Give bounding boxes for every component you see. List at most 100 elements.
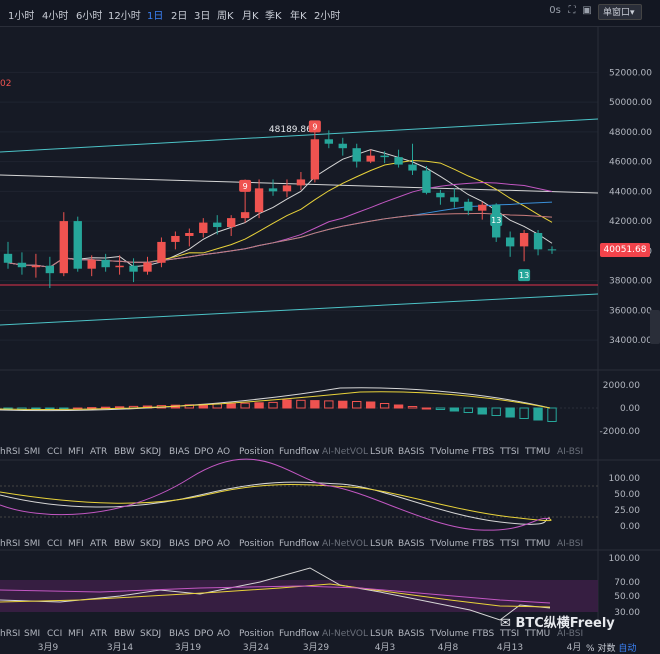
indicator-tab-position[interactable]: Position <box>239 629 274 639</box>
indicator-tab-basis[interactable]: BASIS <box>398 447 424 457</box>
indicator-tab-ttmu[interactable]: TTMU <box>525 539 550 549</box>
indicator-tab-atr[interactable]: ATR <box>90 447 107 457</box>
indicator-tab-skdj[interactable]: SKDJ <box>140 447 161 457</box>
chart-canvas[interactable]: 52000.00 50000.00 48000.00 46000.00 44000.00… <box>0 26 660 652</box>
macd-dif-line <box>0 387 551 412</box>
indicator-tab-atr[interactable]: ATR <box>90 629 107 639</box>
candle-body <box>478 204 487 211</box>
candle-body <box>157 241 166 263</box>
macd-bar <box>491 407 501 416</box>
indicator-tab-mfi[interactable]: MFI <box>68 539 84 549</box>
indicator-tab-skdj[interactable]: SKDJ <box>140 629 161 639</box>
kdj-k-line <box>0 481 551 525</box>
indicator-tab-ai-bsi[interactable]: AI-BSI <box>557 539 583 549</box>
indicator-tab-hrsi[interactable]: hRSI <box>0 629 20 639</box>
kdj-j-line <box>0 458 551 531</box>
kdj-tick: 50.00 <box>614 490 640 500</box>
indicator-tab-tvolume[interactable]: TVolume <box>430 447 469 457</box>
indicator-tab-bias[interactable]: BIAS <box>169 447 190 457</box>
indicator-tab-bias[interactable]: BIAS <box>169 539 190 549</box>
indicator-tab-ftbs[interactable]: FTBS <box>472 539 494 549</box>
macd-bar <box>533 407 543 421</box>
scale-log[interactable]: 对数 <box>597 644 615 654</box>
td-count-label: 9 <box>243 182 248 191</box>
indicator-tab-tvolume[interactable]: TVolume <box>430 629 469 639</box>
indicator-tab-skdj[interactable]: SKDJ <box>140 539 161 549</box>
indicator-tab-dpo[interactable]: DPO <box>194 539 213 549</box>
timeframe-2[interactable]: 6小时 <box>76 7 102 22</box>
timeframe-3[interactable]: 12小时 <box>108 7 141 22</box>
indicator-tab-dpo[interactable]: DPO <box>194 447 213 457</box>
timeframe-11[interactable]: 2小时 <box>314 7 340 22</box>
candle-body <box>3 253 13 263</box>
indicator-tab-ftbs[interactable]: FTBS <box>472 629 494 639</box>
indicator-tab-fundflow[interactable]: Fundflow <box>279 539 319 549</box>
indicator-tab-bias[interactable]: BIAS <box>169 629 190 639</box>
indicator-tab-ttmu[interactable]: TTMU <box>525 447 550 457</box>
side-scroll-handle[interactable] <box>650 310 660 344</box>
indicator-tab-lsur[interactable]: LSUR <box>370 447 394 457</box>
indicator-tab-cci[interactable]: CCI <box>47 539 62 549</box>
indicator-tab-bbw[interactable]: BBW <box>114 629 135 639</box>
indicator-tab-ai-netvol[interactable]: AI-NetVOL <box>322 539 368 549</box>
indicator-tab-ttsi[interactable]: TTSI <box>500 539 519 549</box>
candle-body <box>324 139 334 144</box>
kdj-tick: 100.00 <box>609 474 641 484</box>
rsi-tick: 100.00 <box>609 554 641 564</box>
indicator-tab-fundflow[interactable]: Fundflow <box>279 447 319 457</box>
indicator-tab-lsur[interactable]: LSUR <box>370 629 394 639</box>
candle-body <box>213 222 222 228</box>
indicator-tab-cci[interactable]: CCI <box>47 629 62 639</box>
indicator-tab-ao[interactable]: AO <box>217 629 230 639</box>
indicator-tab-dpo[interactable]: DPO <box>194 629 213 639</box>
scale-pct[interactable]: % <box>586 644 595 654</box>
candle-body <box>464 201 473 211</box>
indicator-tab-smi[interactable]: SMI <box>24 539 40 549</box>
indicator-tab-mfi[interactable]: MFI <box>68 629 84 639</box>
indicator-tab-ai-netvol[interactable]: AI-NetVOL <box>322 447 368 457</box>
timeframe-8[interactable]: 月K <box>242 7 259 22</box>
timeframe-6[interactable]: 3日 <box>194 7 210 22</box>
window-mode-select[interactable]: 单窗口▾ <box>598 4 642 20</box>
scale-auto[interactable]: 自动 <box>618 644 636 654</box>
indicator-tab-cci[interactable]: CCI <box>47 447 62 457</box>
indicator-tab-mfi[interactable]: MFI <box>68 447 84 457</box>
timeframe-9[interactable]: 季K <box>265 7 282 22</box>
indicator-tab-ttsi[interactable]: TTSI <box>500 447 519 457</box>
timeframe-10[interactable]: 年K <box>290 7 307 22</box>
candle-body <box>282 185 292 192</box>
indicator-tab-lsur[interactable]: LSUR <box>370 539 394 549</box>
macd-bar <box>379 403 390 409</box>
indicator-tab-tvolume[interactable]: TVolume <box>430 539 469 549</box>
timeframe-7[interactable]: 周K <box>217 7 234 22</box>
indicator-tab-ftbs[interactable]: FTBS <box>472 447 494 457</box>
indicator-tab-smi[interactable]: SMI <box>24 447 40 457</box>
indicator-tab-basis[interactable]: BASIS <box>398 539 424 549</box>
candle-body <box>143 262 152 272</box>
macd-tick: -2000.00 <box>600 427 641 437</box>
indicator-tab-smi[interactable]: SMI <box>24 629 40 639</box>
indicator-tab-hrsi[interactable]: hRSI <box>0 539 20 549</box>
timeframe-4[interactable]: 1日 <box>147 7 163 22</box>
indicator-tab-ai-bsi[interactable]: AI-BSI <box>557 447 583 457</box>
indicator-tab-atr[interactable]: ATR <box>90 539 107 549</box>
indicator-tab-ai-netvol[interactable]: AI-NetVOL <box>322 629 368 639</box>
indicator-tab-bbw[interactable]: BBW <box>114 447 135 457</box>
indicator-tab-ao[interactable]: AO <box>217 447 230 457</box>
indicator-tab-basis[interactable]: BASIS <box>398 629 424 639</box>
macd-bar <box>324 400 334 409</box>
macd-tick: 2000.00 <box>603 381 640 391</box>
timeframe-5[interactable]: 2日 <box>171 7 187 22</box>
indicator-tab-position[interactable]: Position <box>239 539 274 549</box>
indicator-tab-fundflow[interactable]: Fundflow <box>279 629 319 639</box>
fullscreen-icon[interactable]: ⛶ <box>566 5 578 17</box>
timeframe-0[interactable]: 1小时 <box>8 7 34 22</box>
timeframe-1[interactable]: 4小时 <box>42 7 68 22</box>
kdj-tick: 0.00 <box>620 522 640 532</box>
indicator-tab-hrsi[interactable]: hRSI <box>0 447 20 457</box>
screenshot-icon[interactable]: ▣ <box>581 5 593 17</box>
candle-body <box>436 192 445 198</box>
indicator-tab-ao[interactable]: AO <box>217 539 230 549</box>
indicator-tab-position[interactable]: Position <box>239 447 274 457</box>
indicator-tab-bbw[interactable]: BBW <box>114 539 135 549</box>
